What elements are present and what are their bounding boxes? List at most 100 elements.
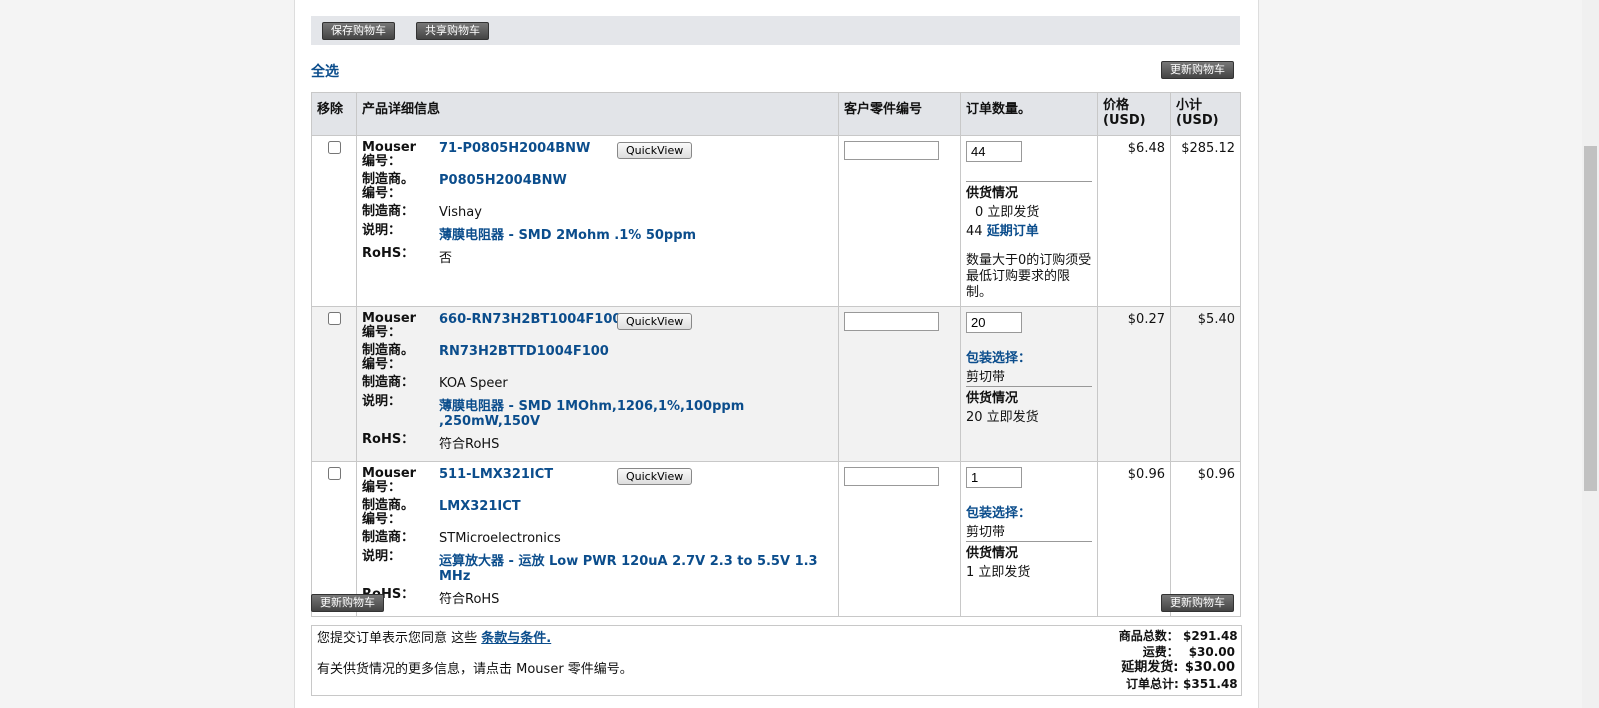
mfr-part-link[interactable]: RN73H2BTTD1004F100 (439, 344, 609, 359)
availability-heading: 供货情况 (966, 391, 1019, 406)
customer-part-input[interactable] (844, 467, 939, 486)
mfr-value: KOA Speer (439, 376, 508, 391)
rohs-label: RoHS： (362, 432, 415, 447)
cart-table: 移除 产品详细信息 客户零件编号 订单数量。 价格 (USD) 小计 (USD)… (311, 92, 1241, 617)
desc-label: 说明： (362, 549, 402, 564)
stock-immediate: 1 立即发货 (966, 565, 1031, 580)
summary-row: 订单总计: $351.48 (1119, 676, 1238, 692)
save-cart-button[interactable]: 保存购物车 (322, 22, 395, 40)
mfr-part-link[interactable]: P0805H2004BNW (439, 173, 567, 188)
remove-checkbox[interactable] (327, 467, 341, 480)
col-customer-part: 客户零件编号 (838, 92, 961, 136)
quickview-button[interactable]: QuickView (617, 142, 693, 159)
summary-row: 运费： $30.00 (1119, 644, 1235, 660)
min-order-note: 数量大于0的订购须受最低订购要求的限制。 (966, 253, 1092, 300)
desc-label: 说明： (362, 223, 402, 238)
col-qty: 订单数量。 (960, 92, 1098, 136)
col-price: 价格 (USD) (1097, 92, 1171, 136)
mouser-part-link[interactable]: 660-RN73H2BT1004F100 (439, 312, 621, 327)
mfr-no-label: 制造商。 编号： (362, 498, 415, 527)
terms-text: 您提交订单表示您同意 这些 条款与条件. (317, 627, 551, 646)
mouser-no-label: Mouser 编号： (362, 140, 417, 169)
packaging-value: 剪切带 (966, 525, 1006, 540)
cart-footer: 您提交订单表示您同意 这些 条款与条件. 有关供货情况的更多信息，请点击 Mou… (311, 625, 1242, 696)
update-cart-button-top[interactable]: 更新购物车 (1161, 61, 1234, 79)
quantity-input[interactable] (966, 141, 1022, 162)
subtotal-value: $5.40 (1170, 306, 1241, 462)
packaging-link[interactable]: 包装选择： (966, 351, 1031, 366)
item-details: Mouser 编号： 71-P0805H2004BNW QuickView 制造商。… (362, 141, 833, 270)
stock-immediate: 20 立即发货 (966, 410, 1039, 425)
availability-heading: 供货情况 (966, 186, 1019, 201)
item-details: Mouser 编号： 660-RN73H2BT1004F100 QuickView … (362, 312, 833, 456)
summary-value: $30.00 (1188, 645, 1235, 659)
rohs-label: RoHS： (362, 246, 415, 261)
cart-page: 保存购物车 共享购物车 全选 更新购物车 移除 产品详细信息 客户零件编号 订单… (294, 0, 1259, 708)
vertical-scrollbar[interactable] (1582, 0, 1599, 708)
availability-heading: 供货情况 (966, 546, 1019, 561)
share-cart-button[interactable]: 共享购物车 (416, 22, 489, 40)
quantity-input[interactable] (966, 312, 1022, 333)
stock-immediate: 0 立即发货 (975, 205, 1040, 220)
summary-label: 延期发货: (1121, 660, 1179, 675)
select-all-link[interactable]: 全选 (311, 61, 339, 81)
subtotal-value: $285.12 (1170, 135, 1241, 307)
price-value: $0.27 (1097, 306, 1171, 462)
quantity-input[interactable] (966, 467, 1022, 488)
desc-link[interactable]: 薄膜电阻器 - SMD 1MOhm,1206,1%,100ppm ,250mW,… (439, 399, 744, 429)
mfr-label: 制造商： (362, 530, 415, 545)
table-row: Mouser 编号： 660-RN73H2BT1004F100 QuickView … (311, 306, 1241, 462)
availability-info: 有关供货情况的更多信息，请点击 Mouser 零件编号。 (317, 662, 633, 677)
price-value: $0.96 (1097, 461, 1171, 617)
mfr-value: STMicroelectronics (439, 531, 561, 546)
mouser-part-link[interactable]: 511-LMX321ICT (439, 467, 553, 482)
customer-part-input[interactable] (844, 141, 939, 160)
cart-toolbar: 保存购物车 共享购物车 (311, 16, 1240, 45)
mfr-value: Vishay (439, 205, 482, 220)
summary-value: $291.48 (1183, 629, 1238, 643)
cart-header-row: 移除 产品详细信息 客户零件编号 订单数量。 价格 (USD) 小计 (USD) (311, 92, 1241, 136)
remove-checkbox[interactable] (327, 141, 341, 154)
table-row: Mouser 编号： 511-LMX321ICT QuickView 制造商。 编号… (311, 461, 1241, 617)
order-summary: 商品总数： $291.48 运费： $30.00 延期发货: $30.00 订单… (1118, 628, 1238, 692)
quickview-button[interactable]: QuickView (617, 313, 693, 330)
mfr-no-label: 制造商。 编号： (362, 172, 415, 201)
table-row: Mouser 编号： 71-P0805H2004BNW QuickView 制造商。… (311, 135, 1241, 307)
remove-checkbox[interactable] (327, 312, 341, 325)
stock-backorder: 44 延期订单 (966, 220, 1092, 239)
price-value: $6.48 (1097, 135, 1171, 307)
summary-row: 商品总数： $291.48 (1118, 628, 1238, 644)
terms-link[interactable]: 条款与条件. (481, 631, 551, 646)
scrollbar-thumb[interactable] (1584, 146, 1597, 491)
customer-part-input[interactable] (844, 312, 939, 331)
desc-link[interactable]: 运算放大器 - 运放 Low PWR 120uA 2.7V 2.3 to 5.5… (439, 554, 818, 584)
update-cart-button-bottom-right[interactable]: 更新购物车 (1161, 594, 1234, 612)
packaging-link[interactable]: 包装选择： (966, 506, 1031, 521)
mouser-no-label: Mouser 编号： (362, 466, 417, 495)
summary-value: $30.00 (1184, 660, 1235, 675)
backorder-link[interactable]: 延期订单 (987, 224, 1039, 239)
mouser-no-label: Mouser 编号： (362, 311, 417, 340)
rohs-value: 否 (439, 251, 453, 266)
summary-value: $351.48 (1183, 677, 1238, 691)
terms-prefix: 您提交订单表示您同意 这些 (317, 631, 482, 646)
rohs-value: 符合RoHS (439, 592, 500, 607)
mfr-label: 制造商： (362, 204, 415, 219)
summary-label: 运费： (1142, 645, 1179, 659)
col-remove: 移除 (311, 92, 357, 136)
col-details: 产品详细信息 (356, 92, 839, 136)
item-details: Mouser 编号： 511-LMX321ICT QuickView 制造商。 编号… (362, 467, 833, 611)
mfr-part-link[interactable]: LMX321ICT (439, 499, 521, 514)
rohs-value: 符合RoHS (439, 437, 500, 452)
backorder-qty: 44 (966, 224, 983, 239)
mouser-part-link[interactable]: 71-P0805H2004BNW (439, 141, 590, 156)
summary-row: 延期发货: $30.00 (1119, 660, 1235, 676)
desc-link[interactable]: 薄膜电阻器 - SMD 2Mohm .1% 50ppm (439, 228, 696, 243)
packaging-value: 剪切带 (966, 370, 1006, 385)
summary-label: 订单总计: (1126, 677, 1179, 691)
col-subtotal: 小计 (USD) (1170, 92, 1241, 136)
quickview-button[interactable]: QuickView (617, 468, 693, 485)
update-cart-button-bottom-left[interactable]: 更新购物车 (311, 594, 384, 612)
summary-label: 商品总数： (1118, 629, 1179, 643)
mfr-no-label: 制造商。 编号： (362, 343, 415, 372)
